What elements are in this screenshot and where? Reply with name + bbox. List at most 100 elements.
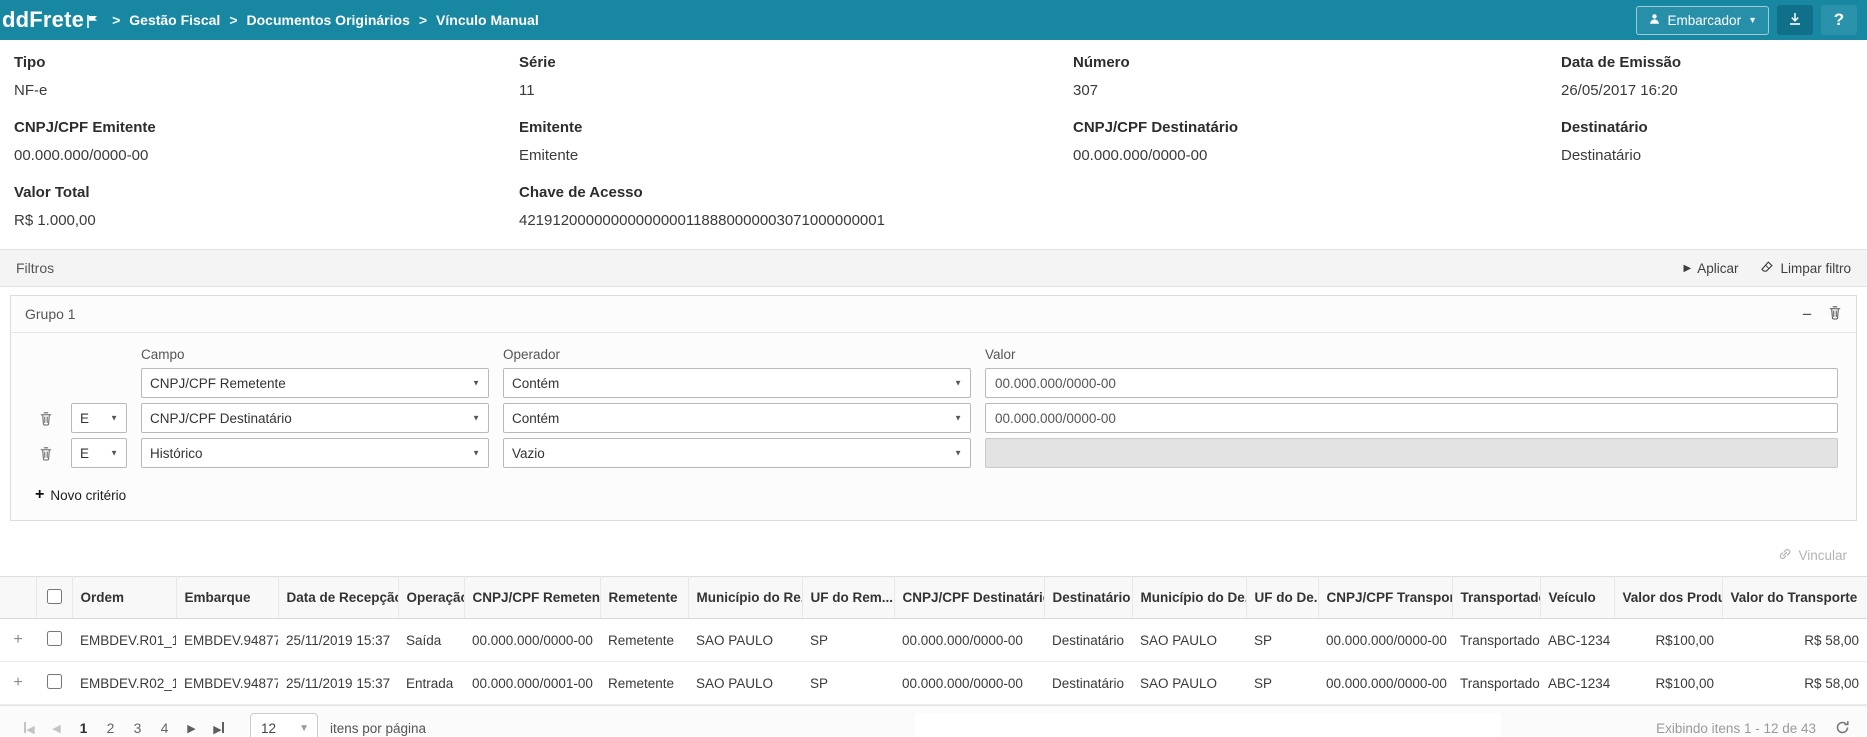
operator-select[interactable]: Contém — [503, 368, 971, 398]
table-row[interactable]: +EMBDEV.R02_13EMBDEV.9487725/11/2019 15:… — [0, 662, 1867, 705]
column-header[interactable]: Valor do Transporte — [1722, 577, 1867, 619]
app-window: ddFrete >Gestão Fiscal>Documentos Origin… — [0, 0, 1867, 737]
user-icon — [1648, 12, 1661, 29]
breadcrumb-item[interactable]: Documentos Originários — [247, 12, 410, 28]
page-button[interactable]: 2 — [97, 711, 124, 737]
field-select[interactable]: CNPJ/CPF Destinatário — [141, 403, 489, 433]
column-header[interactable]: Município do Re... — [688, 577, 802, 619]
new-criteria-button[interactable]: + Novo critério — [35, 486, 126, 504]
column-header[interactable]: UF do Rem... — [802, 577, 894, 619]
apply-filter-button[interactable]: ▶ Aplicar — [1684, 261, 1739, 276]
chevron-down-icon: ▼ — [1748, 15, 1757, 25]
next-page-button[interactable]: ▶ — [178, 715, 205, 737]
details-row: CNPJ/CPF Emitente 00.000.000/0000-00 Emi… — [14, 119, 1851, 184]
help-button[interactable]: ? — [1821, 5, 1857, 35]
field-value: 00.000.000/0000-00 — [1073, 147, 1561, 164]
column-header[interactable]: CNPJ/CPF Remetente — [464, 577, 600, 619]
criteria-delete-button[interactable] — [35, 446, 57, 461]
clear-filter-button[interactable]: Limpar filtro — [1760, 260, 1851, 277]
breadcrumb-item[interactable]: Vínculo Manual — [436, 12, 539, 28]
row-checkbox[interactable] — [47, 631, 62, 646]
column-header[interactable]: Valor dos Produtos — [1614, 577, 1722, 619]
collapse-group-button[interactable]: − — [1802, 306, 1812, 323]
refresh-button[interactable] — [1834, 719, 1851, 737]
cell: Remetente — [600, 619, 688, 662]
operator-select[interactable]: Vazio — [503, 438, 971, 468]
column-header[interactable]: Embarque — [176, 577, 278, 619]
pager-right: Exibindo itens 1 - 12 de 43 — [1656, 719, 1851, 737]
logic-operator-select[interactable]: E — [71, 438, 127, 468]
column-header[interactable]: Veículo — [1540, 577, 1614, 619]
criteria-delete-button[interactable] — [35, 411, 57, 426]
cell: R$ 58,00 — [1722, 619, 1867, 662]
link-icon — [1778, 547, 1792, 564]
row-checkbox[interactable] — [47, 674, 62, 689]
column-header[interactable]: CNPJ/CPF Destinatário — [894, 577, 1044, 619]
column-header[interactable]: Remetente — [600, 577, 688, 619]
expander-column-header — [0, 577, 36, 619]
cell: 00.000.000/0001-00 — [464, 662, 600, 705]
filter-criteria-row: E CNPJ/CPF Destinatário Contém — [11, 403, 1856, 433]
page-buttons: 1234 — [70, 711, 178, 737]
field-value: 307 — [1073, 82, 1561, 99]
download-button[interactable] — [1777, 5, 1813, 35]
table-row[interactable]: +EMBDEV.R01_13EMBDEV.9487725/11/2019 15:… — [0, 619, 1867, 662]
help-icon: ? — [1834, 10, 1844, 30]
page-button[interactable]: 4 — [151, 711, 178, 737]
column-header[interactable]: UF do De... — [1246, 577, 1318, 619]
cell: Transportador — [1452, 662, 1540, 705]
select-all-checkbox[interactable] — [47, 589, 62, 604]
cell: SAO PAULO — [688, 662, 802, 705]
row-expand-button[interactable]: + — [13, 631, 22, 648]
user-menu-button[interactable]: Embarcador ▼ — [1636, 6, 1769, 35]
column-header[interactable]: Destinatário — [1044, 577, 1132, 619]
vincular-button[interactable]: Vincular — [1778, 547, 1847, 564]
field-label: Número — [1073, 54, 1561, 71]
row-expand-button[interactable]: + — [13, 674, 22, 691]
topbar-actions: Embarcador ▼ ? — [1636, 5, 1857, 35]
cell: Destinatário — [1044, 662, 1132, 705]
operator-select[interactable]: Contém — [503, 403, 971, 433]
filters-actions: ▶ Aplicar Limpar filtro — [1684, 260, 1852, 277]
field-label: Tipo — [14, 54, 519, 71]
cell: SP — [802, 662, 894, 705]
flag-icon — [87, 8, 98, 34]
first-page-icon: ◀ — [24, 722, 34, 736]
field-destinatario: Destinatário Destinatário — [1561, 119, 1851, 184]
play-icon: ▶ — [1684, 263, 1692, 274]
prev-page-button[interactable]: ◀ — [43, 715, 70, 737]
column-header[interactable]: CNPJ/CPF Transpor... — [1318, 577, 1452, 619]
delete-group-button[interactable] — [1828, 305, 1842, 323]
breadcrumb-separator: > — [112, 12, 120, 28]
column-header[interactable]: Município do De... — [1132, 577, 1246, 619]
column-header[interactable]: Ordem — [72, 577, 176, 619]
value-input[interactable] — [985, 368, 1838, 398]
document-details: Tipo NF-e Série 11 Número 307 Data de Em… — [0, 40, 1867, 249]
cell: R$100,00 — [1614, 662, 1722, 705]
app-logo[interactable]: ddFrete — [0, 7, 98, 34]
page-button[interactable]: 1 — [70, 712, 97, 737]
column-header[interactable]: Operação — [398, 577, 464, 619]
logic-operator-select[interactable]: E — [71, 403, 127, 433]
field-value: 4219120000000000000011888000000307100000… — [519, 212, 1851, 229]
cell: 00.000.000/0000-00 — [464, 619, 600, 662]
pagination: ◀ ◀ 1234 ▶ ▶ 12 ▼ itens por página Exibi… — [0, 705, 1867, 737]
minus-icon: − — [1802, 306, 1812, 323]
breadcrumb-item[interactable]: Gestão Fiscal — [129, 12, 220, 28]
page-size-select[interactable]: 12 ▼ — [250, 713, 318, 737]
value-input[interactable] — [985, 403, 1838, 433]
prev-page-icon: ◀ — [52, 722, 60, 735]
last-page-button[interactable]: ▶ — [205, 715, 232, 737]
refresh-icon — [1834, 719, 1851, 737]
field-cnpj-emitente: CNPJ/CPF Emitente 00.000.000/0000-00 — [14, 119, 519, 184]
column-header[interactable]: Data de Recepção — [278, 577, 398, 619]
value-input[interactable] — [985, 438, 1838, 468]
cell: Saída — [398, 619, 464, 662]
cell: SP — [1246, 619, 1318, 662]
page-button[interactable]: 3 — [124, 711, 151, 737]
field-select[interactable]: CNPJ/CPF Remetente — [141, 368, 489, 398]
field-select[interactable]: Histórico — [141, 438, 489, 468]
pager-status: Exibindo itens 1 - 12 de 43 — [1656, 721, 1816, 736]
column-header[interactable]: Transportador — [1452, 577, 1540, 619]
first-page-button[interactable]: ◀ — [16, 715, 43, 737]
